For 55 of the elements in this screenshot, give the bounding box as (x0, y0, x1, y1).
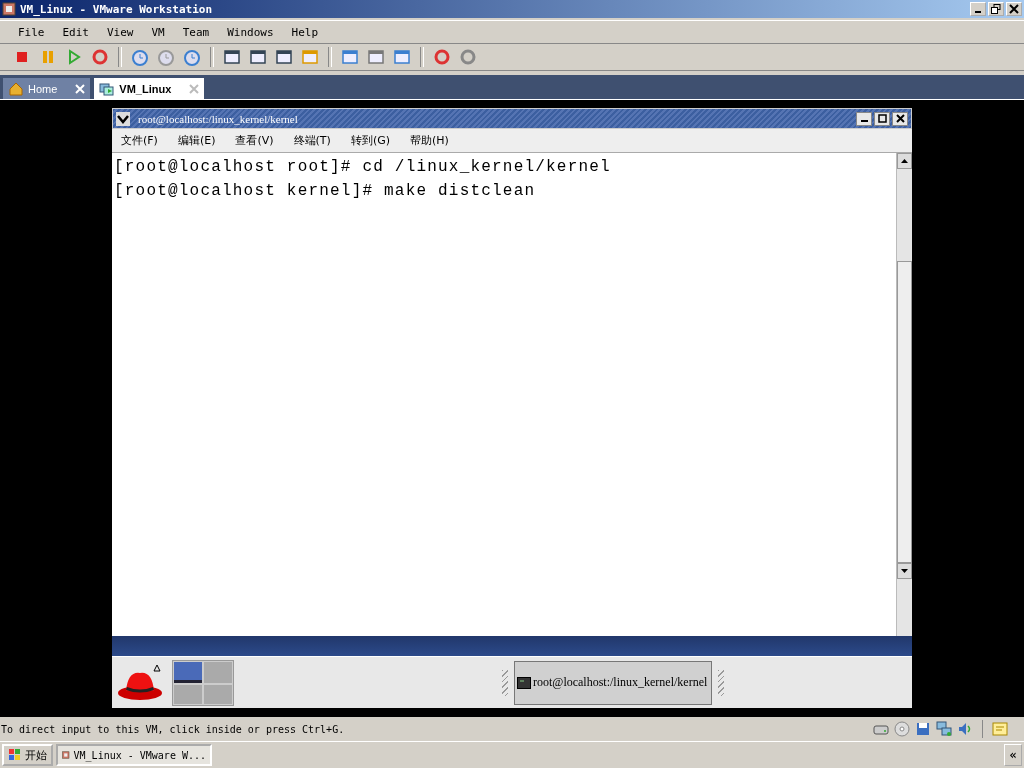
cd-icon[interactable] (894, 721, 910, 737)
up-arrow-icon (901, 159, 908, 163)
scroll-up-button[interactable] (897, 153, 912, 169)
down-arrow-icon (901, 569, 908, 573)
window-title: VM_Linux - VMware Workstation (20, 2, 213, 16)
vm-display[interactable]: root@localhost:/linux_kernel/kernel 文件(F) 编辑(E) 查看(V) 终端(T) 转到(G) 帮助(H) [root@localhost root]# cd /linux_kernel/kernel [root@localhost kernel]# make distclean root@localhost:/linux_kernel/kernel (0, 100, 1024, 714)
status-text: To direct input to this VM, click inside or press Ctrl+G. (1, 723, 345, 735)
floppy-icon[interactable] (915, 721, 931, 737)
close-icon (1009, 4, 1019, 14)
menu-item[interactable]: File (18, 25, 45, 39)
restore-icon (991, 4, 1001, 14)
maximize-icon (877, 114, 887, 123)
scroll-down-button[interactable] (897, 563, 912, 579)
sound-icon[interactable] (957, 721, 973, 737)
message-icon[interactable] (992, 721, 1008, 737)
menu-item[interactable]: 查看(V) (235, 133, 274, 148)
menu-item[interactable]: Help (291, 25, 319, 39)
workspace-switcher[interactable] (172, 659, 234, 706)
menu-item[interactable]: 转到(G) (350, 133, 390, 148)
windows-flag-icon (8, 748, 22, 762)
menu-item[interactable]: View (107, 25, 134, 39)
app-icon (2, 2, 16, 16)
minimize-button[interactable] (856, 111, 872, 126)
close-button[interactable] (892, 111, 908, 126)
tab[interactable]: VM_Linux (94, 78, 205, 99)
vm-icon (99, 80, 116, 97)
menu-item[interactable]: 编辑(E) (177, 133, 216, 148)
minimize-icon (975, 11, 981, 13)
restore-button[interactable] (988, 2, 1004, 16)
start-button[interactable]: 开始 (2, 744, 53, 766)
maximize-button[interactable] (874, 111, 890, 126)
collapse-button[interactable]: « (1004, 744, 1022, 766)
menu-item[interactable]: Team (182, 25, 210, 39)
scroll-thumb[interactable] (897, 261, 912, 563)
terminal-line: [root@localhost kernel]# make distclean (114, 181, 537, 202)
close-tab-icon[interactable] (189, 83, 200, 94)
menu-item[interactable]: Edit (62, 25, 89, 39)
close-icon (895, 114, 905, 123)
app-icon (62, 748, 70, 762)
menu-item[interactable]: Windows (227, 25, 274, 39)
terminal-line: [root@localhost root]# cd /linux_kernel/kernel (114, 157, 612, 178)
menu-item[interactable]: 帮助(H) (410, 133, 449, 148)
menu-item[interactable]: 终端(T) (293, 133, 331, 148)
chevron-down-icon[interactable] (116, 111, 130, 126)
taskbar-item[interactable]: VM_Linux - VMware W... (56, 744, 212, 766)
minimize-icon (860, 120, 868, 122)
menu-item[interactable]: 文件(F) (121, 133, 158, 148)
guest-window-title: root@localhost:/linux_kernel/kernel (138, 112, 298, 125)
menu-item[interactable]: VM (151, 25, 165, 39)
taskbar-item[interactable]: root@localhost:/linux_kernel/kernel (514, 660, 712, 705)
scrollbar[interactable] (896, 153, 912, 636)
house-icon (8, 80, 24, 97)
tab[interactable]: Home (3, 78, 91, 99)
terminal-icon (517, 676, 531, 689)
network-icon[interactable] (936, 721, 952, 737)
